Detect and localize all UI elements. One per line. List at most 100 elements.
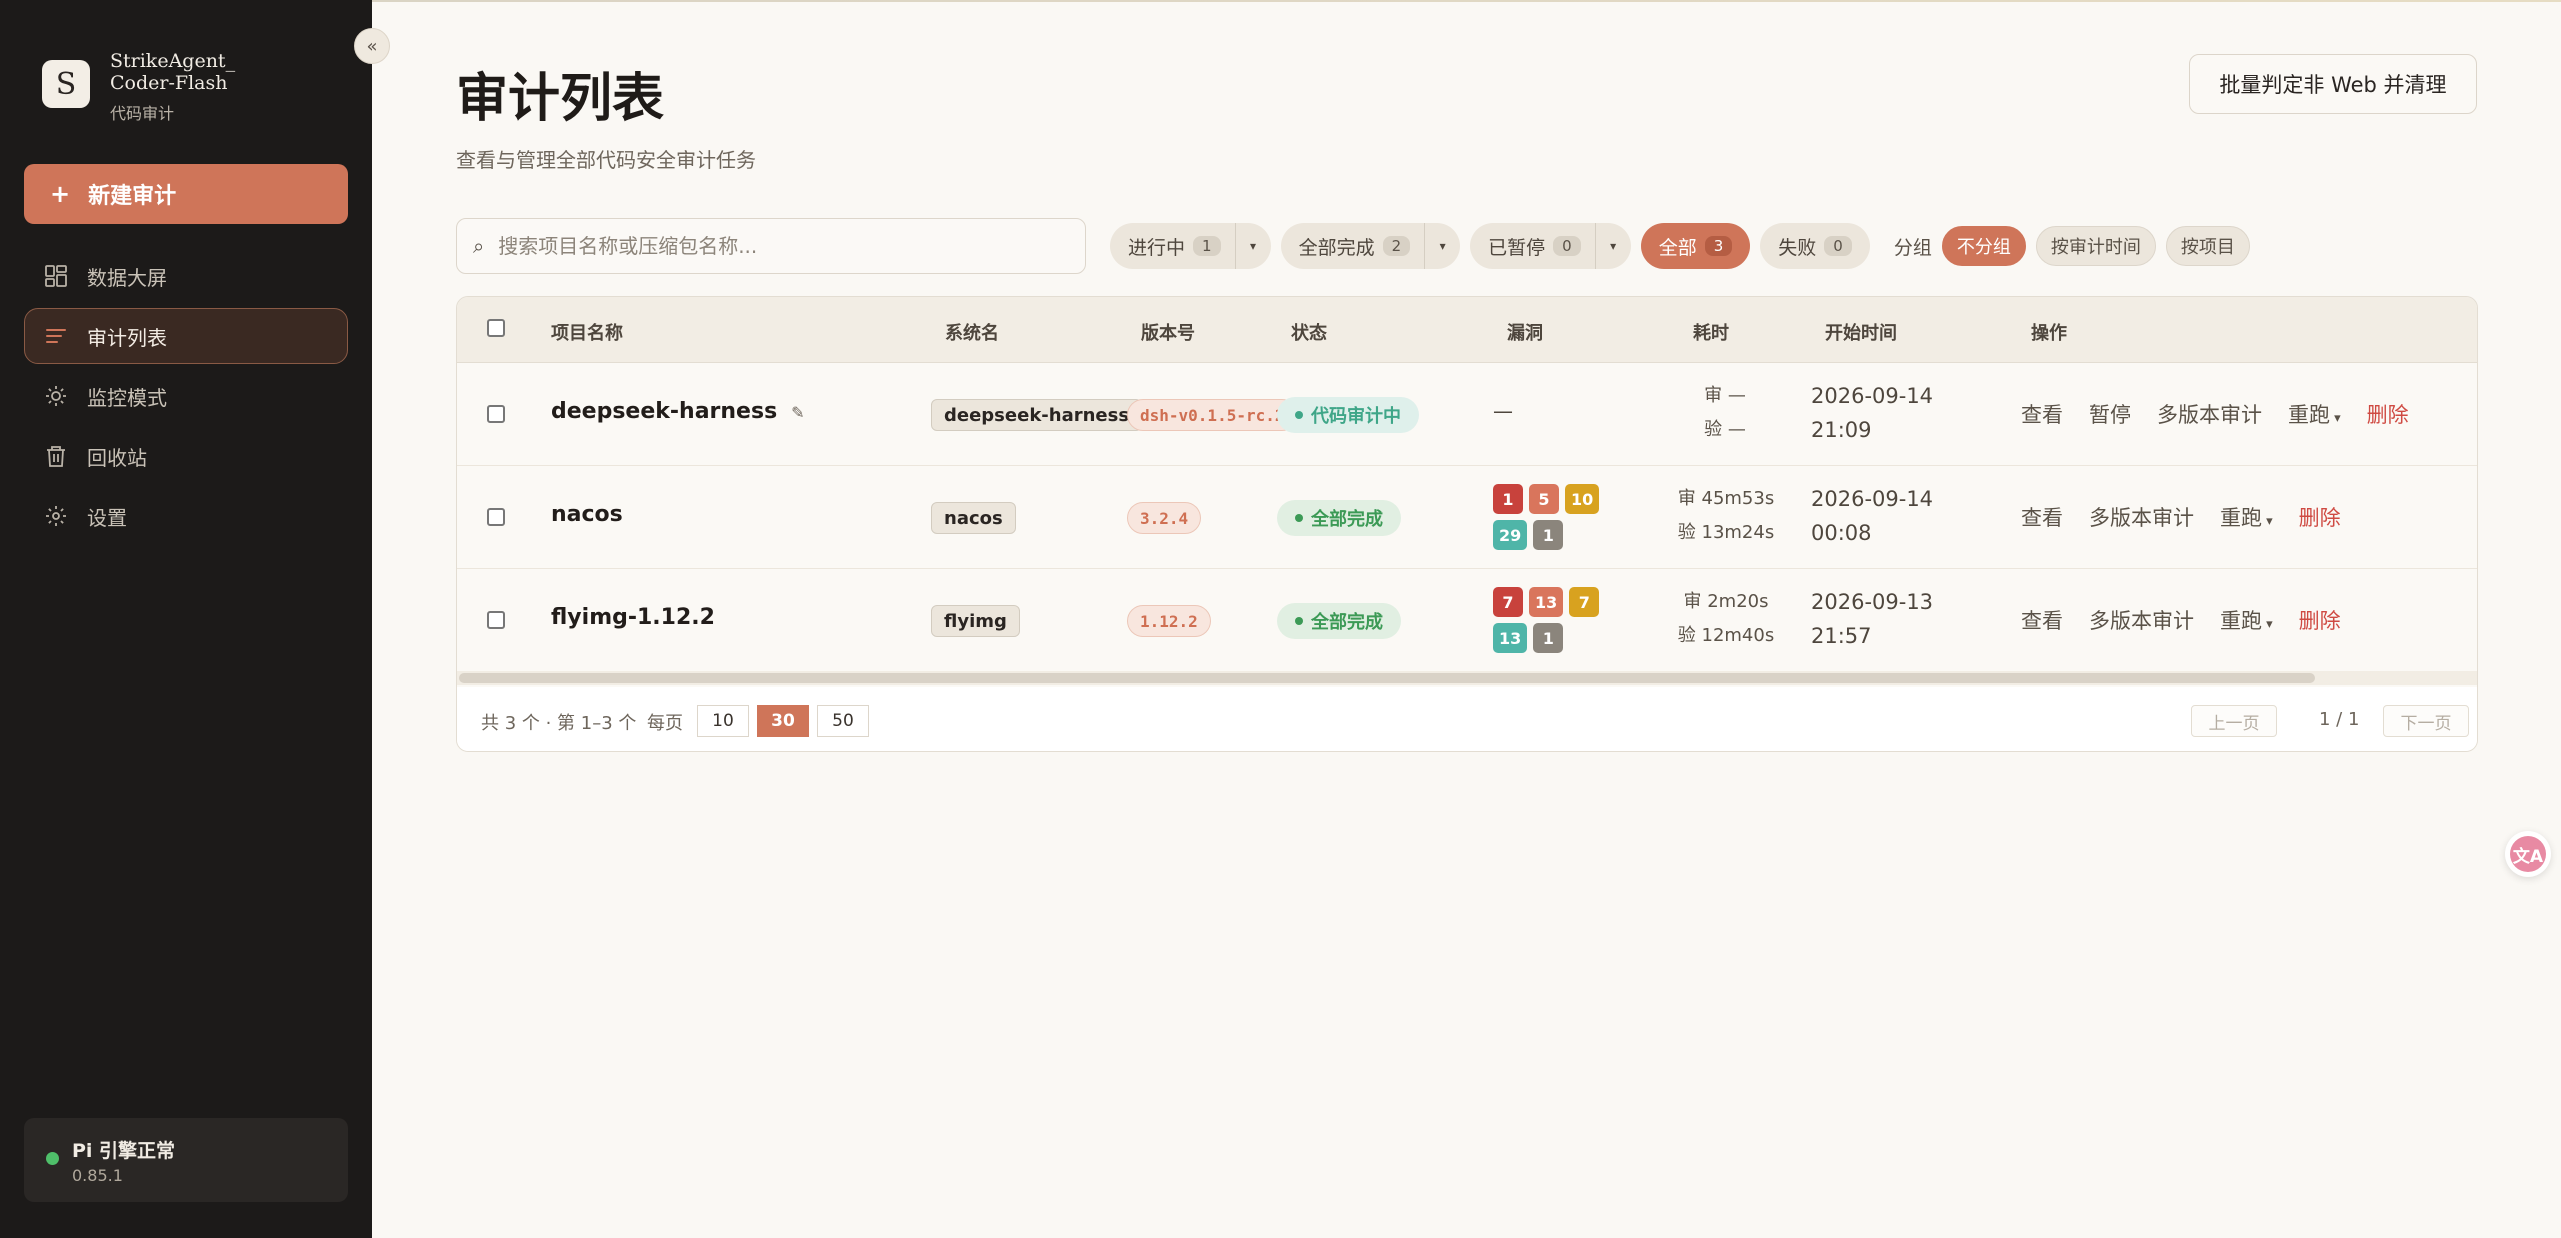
vuln-low-badge[interactable]: 13 bbox=[1493, 623, 1528, 653]
rerun-dropdown[interactable]: 重跑 bbox=[2220, 502, 2273, 532]
delete-button[interactable]: 删除 bbox=[2299, 605, 2341, 635]
status-dot-icon bbox=[1295, 617, 1303, 625]
col-start-time: 开始时间 bbox=[1825, 323, 1897, 344]
rerun-dropdown[interactable]: 重跑 bbox=[2220, 605, 2273, 635]
group-label: 分组 bbox=[1893, 236, 1932, 259]
pencil-icon[interactable]: ✎ bbox=[791, 403, 804, 422]
monitor-icon bbox=[43, 383, 69, 409]
status-filters: 进行中 1 ▾ 全部完成 2 ▾ 已暂停 0 ▾ 全部 3 失败 0 分组 不分… bbox=[1110, 222, 2250, 270]
trash-icon bbox=[43, 443, 69, 469]
system-tag: deepseek-harness bbox=[931, 399, 1143, 431]
view-button[interactable]: 查看 bbox=[2021, 605, 2063, 635]
col-version: 版本号 bbox=[1141, 323, 1195, 344]
delete-button[interactable]: 删除 bbox=[2299, 502, 2341, 532]
engine-status: Pi 引擎正常 bbox=[72, 1140, 176, 1162]
group-none[interactable]: 不分组 bbox=[1941, 226, 2026, 266]
sidebar-item-settings[interactable]: 设置 bbox=[24, 488, 348, 544]
table-footer: 共 3 个 · 第 1–3 个 每页 10 30 50 上一页 1 / 1 下一… bbox=[457, 687, 2477, 751]
rerun-dropdown[interactable]: 重跑 bbox=[2288, 399, 2341, 429]
row-actions: 查看 多版本审计 重跑 删除 bbox=[2021, 605, 2341, 635]
next-page-button[interactable]: 下一页 bbox=[2383, 705, 2469, 737]
new-audit-button[interactable]: + 新建审计 bbox=[24, 164, 348, 224]
status-dot-icon bbox=[1295, 514, 1303, 522]
sidebar-item-audit-list[interactable]: 审计列表 bbox=[24, 308, 348, 364]
count-badge: 1 bbox=[1193, 236, 1221, 256]
chevron-down-icon[interactable]: ▾ bbox=[1424, 223, 1460, 269]
vuln-info-badge[interactable]: 1 bbox=[1533, 623, 1564, 653]
select-all-checkbox[interactable] bbox=[487, 319, 505, 337]
chevron-down-icon[interactable]: ▾ bbox=[1594, 223, 1631, 269]
status-badge: 全部完成 bbox=[1277, 500, 1401, 536]
filter-paused[interactable]: 已暂停 0 ▾ bbox=[1470, 223, 1631, 269]
start-time: 2026-09-14 00:08 bbox=[1811, 487, 1934, 545]
filter-all[interactable]: 全部 3 bbox=[1640, 223, 1751, 269]
group-by-project[interactable]: 按项目 bbox=[2165, 226, 2250, 266]
horizontal-scrollbar[interactable] bbox=[457, 671, 2477, 685]
pause-button[interactable]: 暂停 bbox=[2089, 399, 2131, 429]
per-page-10[interactable]: 10 bbox=[697, 705, 749, 737]
vuln-high-badge[interactable]: 5 bbox=[1529, 484, 1559, 514]
row-actions: 查看 暂停 多版本审计 重跑 删除 bbox=[2021, 399, 2409, 429]
per-page-50[interactable]: 50 bbox=[817, 705, 869, 737]
view-button[interactable]: 查看 bbox=[2021, 502, 2063, 532]
col-duration: 耗时 bbox=[1693, 323, 1729, 344]
vuln-high-badge[interactable]: 13 bbox=[1529, 587, 1564, 617]
filter-failed[interactable]: 失败 0 bbox=[1760, 223, 1870, 269]
search-box: ⌕ bbox=[456, 218, 1086, 274]
per-page-30[interactable]: 30 bbox=[757, 705, 809, 737]
count-badge: 3 bbox=[1704, 236, 1733, 256]
row-checkbox[interactable] bbox=[487, 405, 505, 423]
sidebar-item-monitor[interactable]: 监控模式 bbox=[24, 368, 348, 424]
multi-version-audit-button[interactable]: 多版本审计 bbox=[2157, 399, 2262, 429]
vuln-medium-badge[interactable]: 10 bbox=[1565, 484, 1600, 514]
project-name[interactable]: flyimg-1.12.2 bbox=[551, 605, 715, 630]
vuln-medium-badge[interactable]: 7 bbox=[1569, 587, 1600, 617]
delete-button[interactable]: 删除 bbox=[2367, 399, 2409, 429]
brand-name-line2: Coder-Flash bbox=[110, 72, 228, 94]
view-button[interactable]: 查看 bbox=[2021, 399, 2063, 429]
brand-name-line1: StrikeAgent_ bbox=[110, 50, 236, 72]
scrollbar-thumb[interactable] bbox=[459, 673, 2315, 683]
multi-version-audit-button[interactable]: 多版本审计 bbox=[2089, 502, 2194, 532]
row-checkbox[interactable] bbox=[487, 508, 505, 526]
sidebar-item-dashboard[interactable]: 数据大屏 bbox=[24, 248, 348, 304]
plus-icon: + bbox=[50, 180, 71, 208]
engine-status-card: Pi 引擎正常 0.85.1 bbox=[24, 1118, 348, 1202]
version-tag: 1.12.2 bbox=[1127, 605, 1211, 637]
project-name[interactable]: nacos bbox=[551, 502, 623, 527]
batch-clean-button[interactable]: 批量判定非 Web 并清理 bbox=[2189, 54, 2477, 114]
system-tag: flyimg bbox=[931, 605, 1020, 637]
group-by-time[interactable]: 按审计时间 bbox=[2035, 226, 2156, 266]
filter-done[interactable]: 全部完成 2 ▾ bbox=[1280, 223, 1461, 269]
filter-running[interactable]: 进行中 1 ▾ bbox=[1110, 223, 1271, 269]
pagination-summary: 共 3 个 · 第 1–3 个 bbox=[481, 713, 637, 734]
count-badge: 0 bbox=[1824, 236, 1852, 256]
vuln-info-badge[interactable]: 1 bbox=[1533, 520, 1564, 550]
vuln-critical-badge[interactable]: 1 bbox=[1493, 484, 1523, 514]
vuln-badges: 1 5 10 29 1 bbox=[1493, 484, 1603, 550]
row-checkbox[interactable] bbox=[487, 611, 505, 629]
search-input[interactable] bbox=[498, 234, 1059, 258]
translate-button[interactable]: 文A bbox=[2505, 831, 2551, 877]
table-row: nacos nacos 3.2.4 全部完成 1 5 10 29 1 审 45m… bbox=[457, 466, 2477, 569]
project-name[interactable]: deepseek-harness ✎ bbox=[551, 399, 805, 424]
prev-page-button[interactable]: 上一页 bbox=[2191, 705, 2277, 737]
count-badge: 2 bbox=[1382, 236, 1411, 256]
status-dot-icon bbox=[1295, 411, 1303, 419]
page-title: 审计列表 bbox=[456, 68, 665, 129]
sidebar-item-recycle-bin[interactable]: 回收站 bbox=[24, 428, 348, 484]
system-tag: nacos bbox=[931, 502, 1016, 534]
vuln-low-badge[interactable]: 29 bbox=[1493, 520, 1528, 550]
page-subtitle: 查看与管理全部代码安全审计任务 bbox=[456, 148, 756, 172]
collapse-sidebar-button[interactable]: « bbox=[354, 28, 390, 64]
engine-version: 0.85.1 bbox=[72, 1166, 123, 1185]
brand[interactable]: S StrikeAgent_ Coder-Flash 代码审计 bbox=[42, 50, 235, 124]
multi-version-audit-button[interactable]: 多版本审计 bbox=[2089, 605, 2194, 635]
page-indicator: 1 / 1 bbox=[2319, 709, 2360, 730]
chevron-down-icon[interactable]: ▾ bbox=[1234, 223, 1271, 269]
duration: 审 — 验 — bbox=[1704, 385, 1746, 440]
vuln-critical-badge[interactable]: 7 bbox=[1493, 587, 1523, 617]
dashboard-icon bbox=[43, 263, 69, 289]
audit-table: 项目名称 系统名 版本号 状态 漏洞 耗时 开始时间 操作 deepseek-h… bbox=[456, 296, 2478, 752]
list-icon bbox=[43, 323, 69, 349]
